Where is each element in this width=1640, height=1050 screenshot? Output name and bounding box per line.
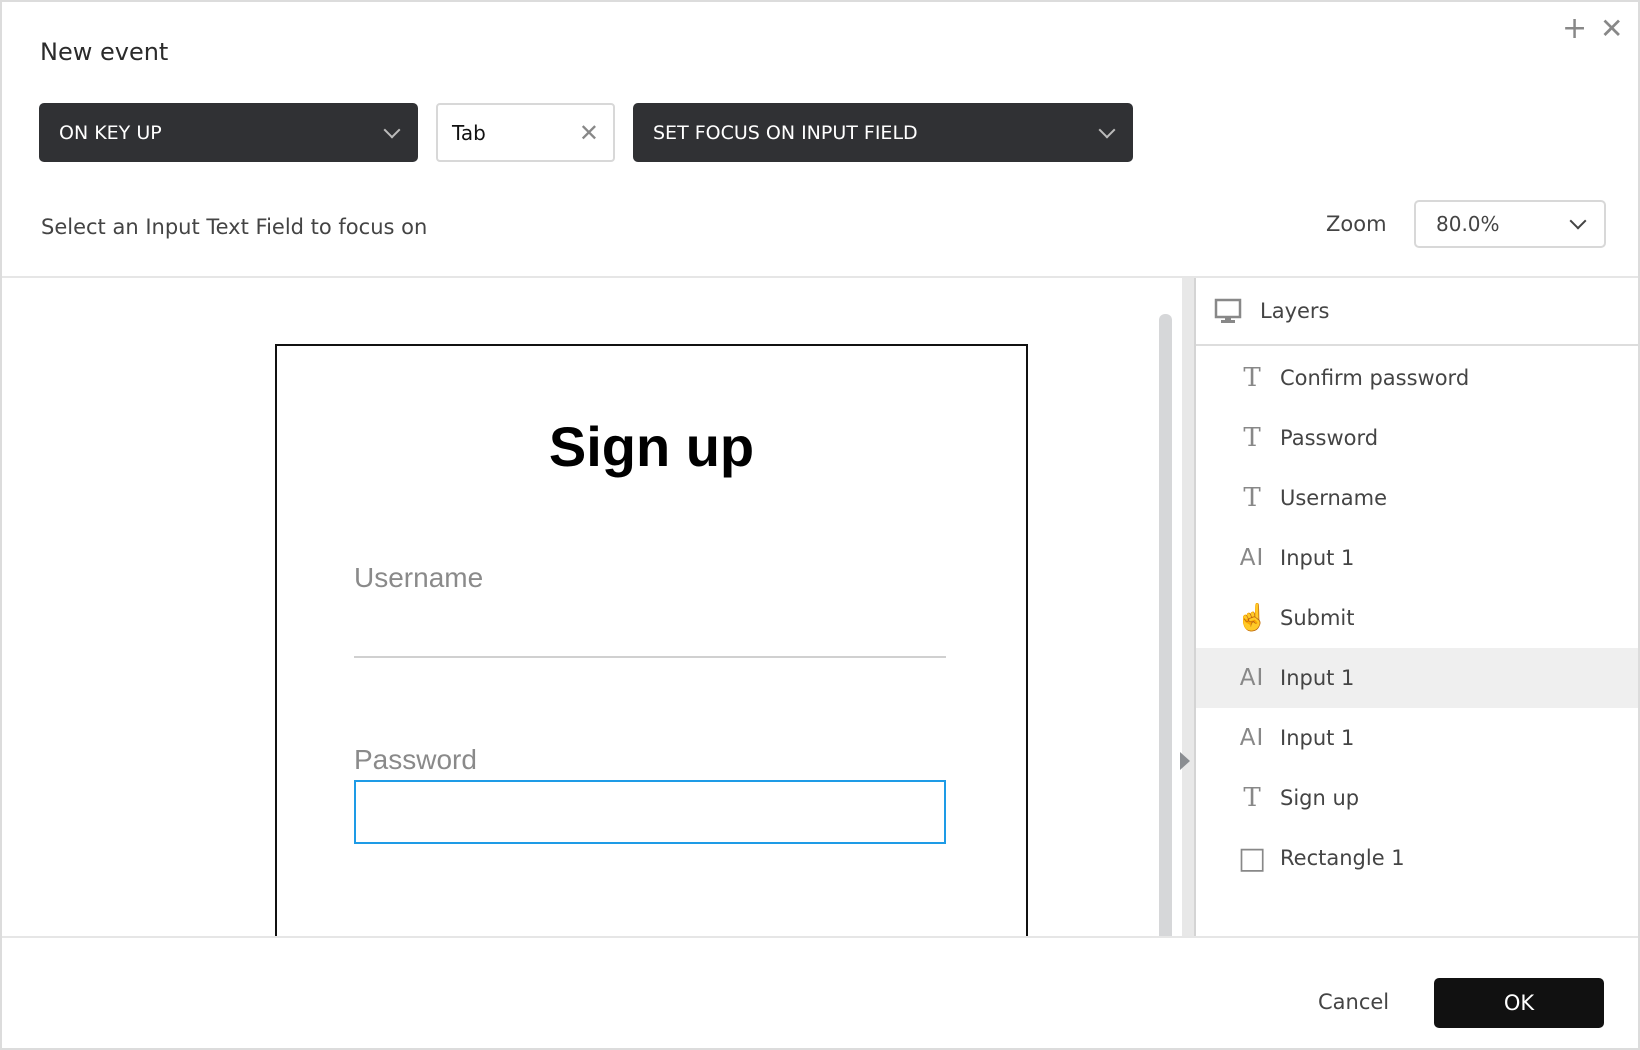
layer-item[interactable]: T Confirm password — [1196, 348, 1638, 408]
text-icon: T — [1243, 783, 1261, 813]
layers-header: Layers — [1196, 278, 1638, 346]
preview-username-label: Username — [354, 562, 484, 593]
layer-item[interactable]: □ Rectangle 1 — [1196, 828, 1638, 888]
plus-icon[interactable]: + — [1562, 14, 1587, 44]
divider — [2, 936, 1638, 938]
preview-heading: Sign up — [548, 415, 755, 478]
preview-password-label: Password — [354, 744, 477, 775]
collapse-panel-icon[interactable] — [1180, 752, 1190, 770]
action-dropdown[interactable]: SET FOCUS ON INPUT FIELD — [633, 103, 1133, 162]
rectangle-icon: □ — [1237, 840, 1267, 876]
layer-item-label: Sign up — [1280, 786, 1360, 810]
cancel-button[interactable]: Cancel — [1318, 990, 1389, 1014]
layer-item-label: Password — [1280, 426, 1379, 450]
layer-item[interactable]: AI Input 1 — [1196, 528, 1638, 588]
layer-item[interactable]: ☝ Submit — [1196, 588, 1638, 648]
layer-item-label: Confirm password — [1280, 366, 1470, 390]
text-icon: T — [1243, 483, 1261, 513]
trigger-value: ON KEY UP — [59, 121, 162, 144]
ok-button[interactable]: OK — [1434, 978, 1604, 1028]
artboard: Sign up Username Password — [275, 344, 1028, 936]
input-field-icon: AI — [1239, 725, 1265, 751]
layer-item-label: Username — [1280, 486, 1388, 510]
trigger-dropdown[interactable]: ON KEY UP — [39, 103, 418, 162]
hint-text: Select an Input Text Field to focus on — [41, 215, 428, 239]
preview-canvas: Sign up Username Password — [2, 278, 1182, 936]
chevron-down-icon — [383, 121, 401, 138]
panel-divider[interactable] — [1182, 278, 1196, 936]
preview-username-input[interactable] — [354, 656, 946, 658]
layer-item[interactable]: T Sign up — [1196, 768, 1638, 828]
input-field-icon: AI — [1239, 545, 1265, 571]
vertical-scrollbar[interactable] — [1159, 314, 1172, 936]
zoom-value: 80.0% — [1436, 212, 1500, 236]
layer-item-label: Submit — [1280, 606, 1355, 630]
monitor-icon — [1214, 298, 1242, 323]
layer-item[interactable]: AI Input 1 — [1196, 648, 1638, 708]
layer-item-label: Input 1 — [1280, 546, 1355, 570]
layer-item-label: Rectangle 1 — [1280, 846, 1405, 870]
dialog-title: New event — [40, 38, 169, 66]
zoom-select[interactable]: 80.0% — [1414, 200, 1606, 248]
button-icon: ☝ — [1236, 603, 1269, 633]
action-value: SET FOCUS ON INPUT FIELD — [653, 121, 918, 144]
layer-item-label: Input 1 — [1280, 666, 1355, 690]
layer-item[interactable]: T Password — [1196, 408, 1638, 468]
layers-title: Layers — [1260, 299, 1330, 323]
close-icon[interactable]: ✕ — [1600, 14, 1623, 44]
layers-list: T Confirm password T Password T Username AI Inp… — [1196, 348, 1638, 888]
clear-icon[interactable]: ✕ — [579, 119, 599, 147]
layer-item[interactable]: AI Input 1 — [1196, 708, 1638, 768]
layer-item-label: Input 1 — [1280, 726, 1355, 750]
text-icon: T — [1243, 423, 1261, 453]
input-field-icon: AI — [1239, 665, 1265, 691]
key-input-value: Tab — [452, 120, 486, 145]
chevron-down-icon — [1098, 121, 1116, 138]
text-icon: T — [1243, 363, 1261, 393]
preview-password-input[interactable] — [354, 780, 946, 844]
layer-item[interactable]: T Username — [1196, 468, 1638, 528]
key-input[interactable]: Tab ✕ — [436, 103, 615, 162]
zoom-label: Zoom — [1326, 212, 1387, 236]
chevron-down-icon — [1569, 212, 1587, 230]
